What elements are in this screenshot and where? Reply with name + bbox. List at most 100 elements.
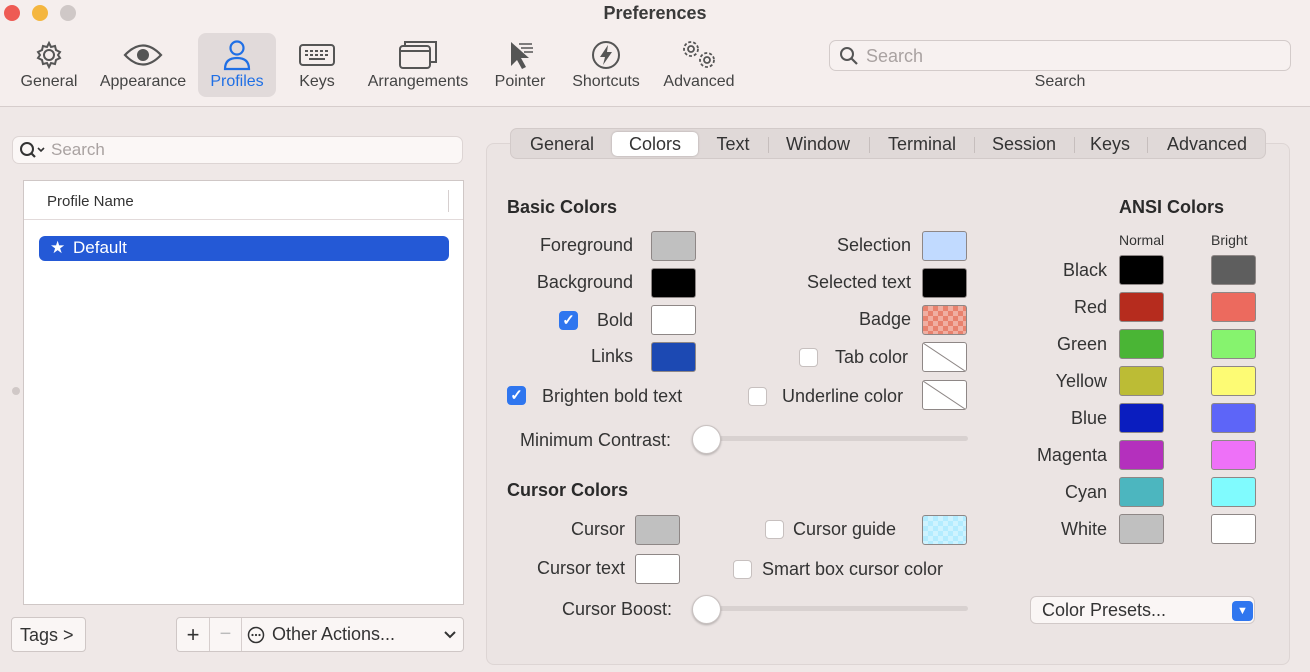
tab-keys[interactable]: Keys xyxy=(1082,132,1138,156)
underline-color-label: Underline color xyxy=(782,386,904,406)
profile-row-default[interactable]: ★ Default xyxy=(39,236,449,261)
minimum-contrast-track[interactable] xyxy=(699,436,968,441)
ansi-cyan-normal-well[interactable] xyxy=(1119,477,1164,507)
toolbar-label: Keys xyxy=(299,73,335,90)
chevron-down-icon: ▼ xyxy=(1232,601,1253,621)
tab-divider xyxy=(768,137,769,153)
bold-label: Bold xyxy=(597,310,634,330)
tab-general[interactable]: General xyxy=(517,132,607,156)
ansi-label-cyan: Cyan xyxy=(1064,482,1107,502)
other-actions-menu[interactable]: Other Actions... xyxy=(242,618,463,651)
tab-window[interactable]: Window xyxy=(777,132,859,156)
tab-colors[interactable]: Colors xyxy=(612,132,698,156)
ansi-black-bright-well[interactable] xyxy=(1211,255,1256,285)
cursor-text-color-well[interactable] xyxy=(635,554,680,584)
ansi-yellow-bright-well[interactable] xyxy=(1211,366,1256,396)
ansi-green-normal-well[interactable] xyxy=(1119,329,1164,359)
cursor-guide-checkbox[interactable] xyxy=(765,520,784,539)
person-icon xyxy=(198,39,276,71)
toolbar-appearance[interactable]: Appearance xyxy=(96,33,190,97)
tags-button-label: Tags > xyxy=(20,625,74,645)
column-divider xyxy=(448,190,449,212)
selection-color-well[interactable] xyxy=(922,231,967,261)
chevron-down-icon xyxy=(443,624,457,649)
ansi-blue-normal-well[interactable] xyxy=(1119,403,1164,433)
profile-list: Profile Name ★ Default xyxy=(23,180,464,605)
brighten-bold-checkbox[interactable]: ✓ xyxy=(507,386,526,405)
search-input[interactable] xyxy=(866,44,1276,68)
color-presets-menu[interactable]: Color Presets... ▼ xyxy=(1030,596,1255,624)
underline-color-well[interactable] xyxy=(922,380,967,410)
bold-color-well[interactable] xyxy=(651,305,696,335)
background-label: Background xyxy=(536,272,633,292)
bold-checkbox[interactable]: ✓ xyxy=(559,311,578,330)
window-toolbar: Preferences General Appearance Profiles … xyxy=(0,0,1310,107)
smart-box-cursor-checkbox[interactable] xyxy=(733,560,752,579)
minimum-contrast-label: Minimum Contrast: xyxy=(520,430,672,450)
toolbar-advanced[interactable]: Advanced xyxy=(658,33,740,97)
toolbar-search[interactable] xyxy=(829,40,1291,71)
badge-color-well[interactable] xyxy=(922,305,967,335)
toolbar-shortcuts[interactable]: Shortcuts xyxy=(566,33,646,97)
ansi-red-bright-well[interactable] xyxy=(1211,292,1256,322)
toolbar-general[interactable]: General xyxy=(13,33,85,97)
toolbar-label: Pointer xyxy=(494,73,546,90)
links-color-well[interactable] xyxy=(651,342,696,372)
gears-icon xyxy=(658,39,740,71)
ansi-magenta-normal-well[interactable] xyxy=(1119,440,1164,470)
tab-divider xyxy=(1147,137,1148,153)
tab-color-well[interactable] xyxy=(922,342,967,372)
profile-search[interactable] xyxy=(12,136,463,164)
ansi-colors-title: ANSI Colors xyxy=(1119,197,1225,217)
background-color-well[interactable] xyxy=(651,268,696,298)
toolbar-arrangements[interactable]: Arrangements xyxy=(364,33,472,97)
ansi-white-bright-well[interactable] xyxy=(1211,514,1256,544)
tab-text[interactable]: Text xyxy=(707,132,759,156)
toolbar-pointer[interactable]: Pointer xyxy=(490,33,550,97)
selection-label: Selection xyxy=(836,235,911,255)
keyboard-icon xyxy=(290,39,344,71)
search-caption: Search xyxy=(1034,73,1086,90)
remove-profile-button[interactable]: − xyxy=(210,618,241,651)
smart-box-cursor-label: Smart box cursor color xyxy=(762,559,944,579)
profile-list-header[interactable]: Profile Name xyxy=(24,181,463,220)
tab-color-checkbox[interactable] xyxy=(799,348,818,367)
tags-button[interactable]: Tags > xyxy=(11,617,86,652)
tab-divider xyxy=(869,137,870,153)
ansi-red-normal-well[interactable] xyxy=(1119,292,1164,322)
selected-text-label: Selected text xyxy=(806,272,911,292)
tab-terminal[interactable]: Terminal xyxy=(877,132,967,156)
cursor-guide-color-well[interactable] xyxy=(922,515,967,545)
ansi-label-red: Red xyxy=(1073,297,1107,317)
tab-session[interactable]: Session xyxy=(983,132,1065,156)
ansi-cyan-bright-well[interactable] xyxy=(1211,477,1256,507)
ansi-black-normal-well[interactable] xyxy=(1119,255,1164,285)
tab-advanced[interactable]: Advanced xyxy=(1156,132,1258,156)
cursor-guide-label: Cursor guide xyxy=(793,519,897,539)
ansi-yellow-normal-well[interactable] xyxy=(1119,366,1164,396)
tab-color-label: Tab color xyxy=(835,347,909,367)
windows-icon xyxy=(364,39,472,71)
profile-search-input[interactable] xyxy=(51,139,451,161)
badge-label: Badge xyxy=(858,309,911,329)
search-filter-icon xyxy=(19,141,49,166)
cursor-boost-track[interactable] xyxy=(699,606,968,611)
underline-color-checkbox[interactable] xyxy=(748,387,767,406)
foreground-color-well[interactable] xyxy=(651,231,696,261)
ansi-white-normal-well[interactable] xyxy=(1119,514,1164,544)
ansi-label-yellow: Yellow xyxy=(1055,371,1107,391)
toolbar-keys[interactable]: Keys xyxy=(290,33,344,97)
selected-text-color-well[interactable] xyxy=(922,268,967,298)
cursor-color-well[interactable] xyxy=(635,515,680,545)
cursor-colors-title: Cursor Colors xyxy=(507,480,629,500)
cursor-boost-slider[interactable] xyxy=(692,595,721,624)
ansi-green-bright-well[interactable] xyxy=(1211,329,1256,359)
profile-actions-bar: + − Other Actions... xyxy=(176,617,464,652)
ansi-magenta-bright-well[interactable] xyxy=(1211,440,1256,470)
ansi-blue-bright-well[interactable] xyxy=(1211,403,1256,433)
add-profile-button[interactable]: + xyxy=(177,618,209,651)
toolbar-profiles[interactable]: Profiles xyxy=(198,33,276,97)
split-view-handle[interactable] xyxy=(12,387,20,395)
minimum-contrast-slider[interactable] xyxy=(692,425,721,454)
toolbar-label: General xyxy=(20,73,78,90)
